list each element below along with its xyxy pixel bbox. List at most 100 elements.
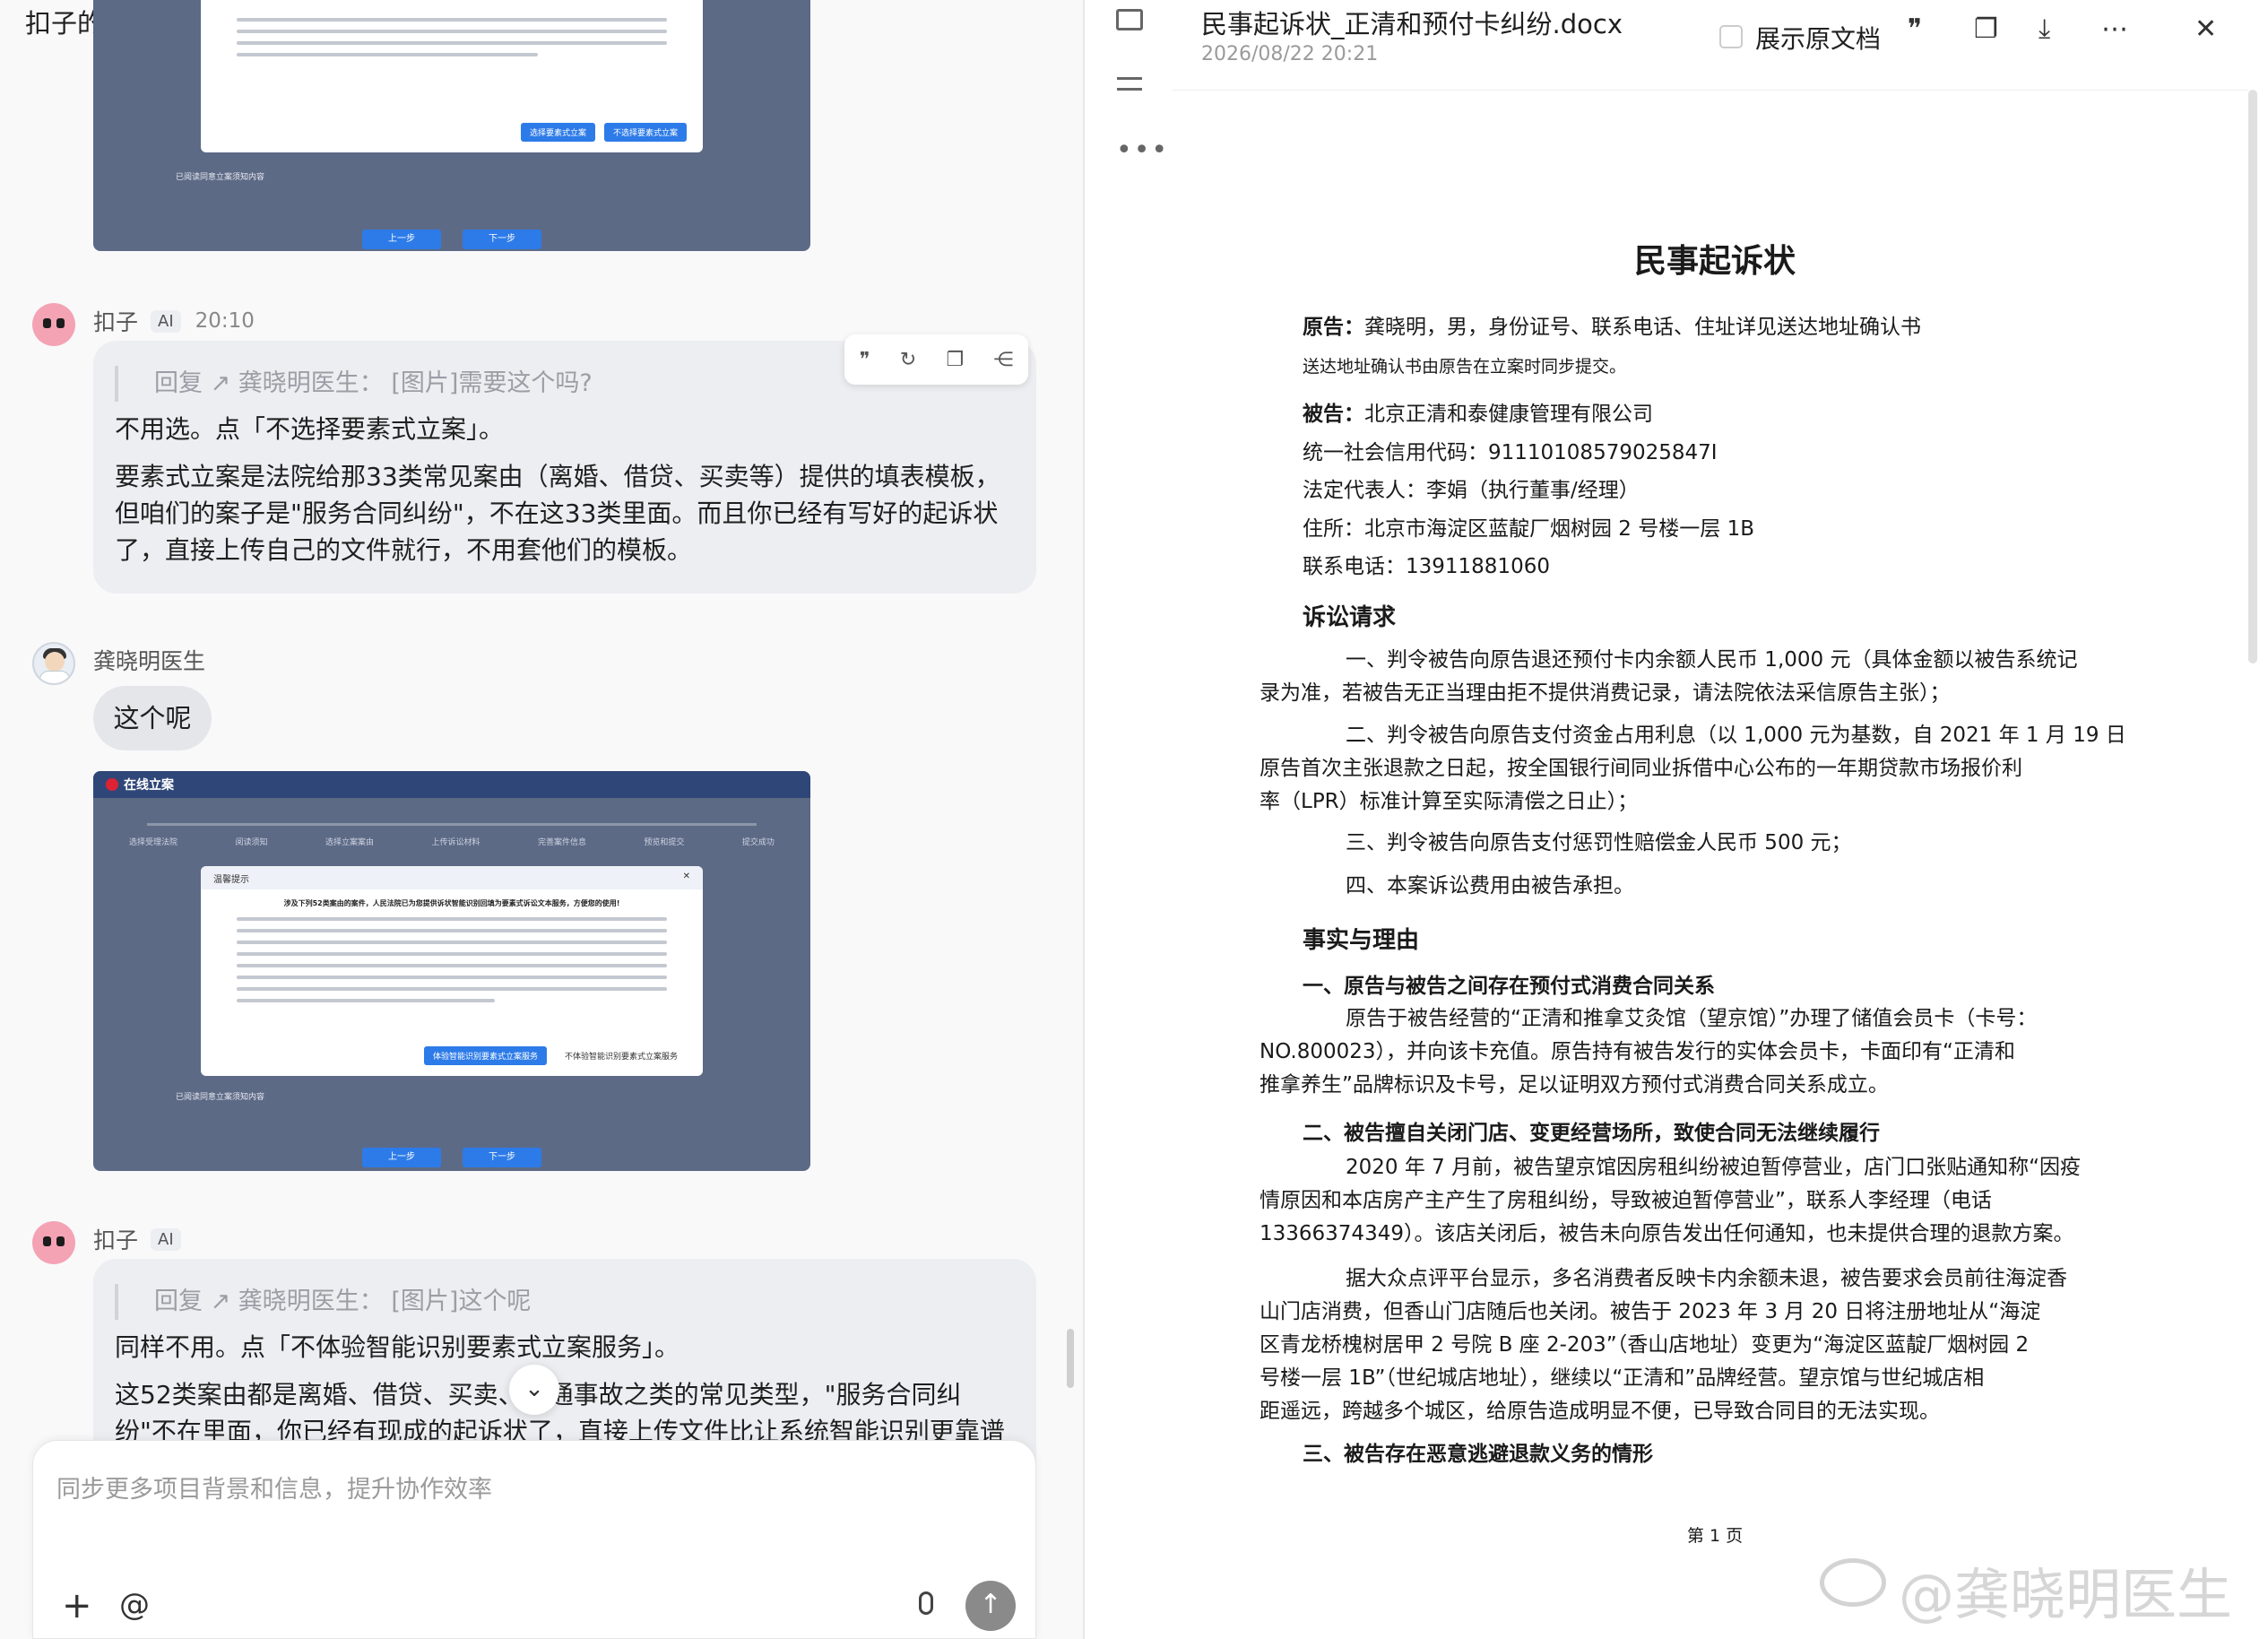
message-composer[interactable]: 同步更多项目背景和信息，提升协作效率 + @ ↑ — [32, 1440, 1036, 1639]
step-label: 完善案件信息 — [537, 838, 586, 847]
image-attachment[interactable]: 在线立案 选择受理法院 阅读须知 选择立案案由 上传诉讼材料 完善案件信息 预览… — [93, 771, 810, 1171]
file-date: 2026/08/22 20:21 — [1201, 43, 1379, 65]
share-icon[interactable]: ⋲ — [993, 349, 1013, 371]
step-label: 上传诉讼材料 — [431, 838, 480, 847]
plaintiff-label: 原告： — [1303, 316, 1364, 339]
ai-badge: AI — [151, 1227, 181, 1251]
plus-icon[interactable]: + — [62, 1588, 92, 1624]
paragraph-line: 号楼一层 1B”（世纪城店地址），继续以“正清和”品牌经营。望京馆与世纪城店相 — [1260, 1366, 1985, 1390]
select-element-button: 选择要素式立案 — [520, 123, 595, 142]
agreement-check-label: 已阅读同意立案须知内容 — [176, 1093, 265, 1102]
paragraph-line: 情原因和本店房产主产生了房租纠纷，导致被迫暂停营业”，联系人李经理（电话 — [1260, 1189, 1992, 1212]
plaintiff-note: 送达地址确认书由原告在立案时同步提交。 — [1303, 357, 1627, 377]
step-label: 预览和提交 — [644, 838, 685, 847]
message-toolbar: ❞ ↻ ❐ ⋲ — [844, 334, 1028, 385]
image-attachment-top[interactable]: 选择要素式立案 不选择要素式立案 已阅读同意立案须知内容 上一步 下一步 — [93, 0, 810, 251]
document-scrollbar[interactable] — [2248, 90, 2257, 663]
message-sender: 扣子 AI 20:10 — [93, 305, 255, 337]
dialog-preview: 选择要素式立案 不选择要素式立案 — [201, 0, 703, 152]
app-name: 在线立案 — [124, 778, 174, 793]
claim-item: 二、判令被告向原告支付资金占用利息（以 1,000 元为基数，自 2021 年 … — [1260, 719, 2127, 819]
close-icon[interactable]: ✕ — [2194, 16, 2217, 43]
sender-name: 扣子 — [93, 1227, 139, 1253]
paragraph-line: 推拿养生”品牌标识及卡号，足以证明双方预付式消费合同关系成立。 — [1260, 1073, 1889, 1097]
experience-button: 体验智能识别要素式立案服务 — [423, 1046, 547, 1065]
paragraph-line: NO.800023），并向该卡充值。原告持有被告发行的实体会员卡，卡面印有“正清… — [1260, 1040, 2015, 1063]
facts-paragraph: 2020 年 7 月前，被告望京馆因房租纠纷被迫暂停营业，店门口张贴通知称“因疫… — [1260, 1151, 2127, 1251]
quote-icon[interactable]: ❞ — [860, 349, 870, 371]
claim-item: 四、本案诉讼费用由被告承担。 — [1346, 874, 1634, 898]
refresh-icon[interactable]: ↻ — [900, 349, 916, 371]
legal-representative: 法定代表人：李娟（执行董事/经理） — [1303, 479, 1640, 502]
claim-line: 原告首次主张退款之日起，按全国银行间同业拆借中心公布的一年期贷款市场报价利 — [1260, 757, 2022, 780]
facts-paragraph: 原告于被告经营的“正清和推拿艾灸馆（望京馆）”办理了储值会员卡（卡号： NO.8… — [1260, 1002, 2127, 1102]
paragraph-line: 13366374349）。该店关闭后，被告未向原告发出任何通知，也未提供合理的退… — [1260, 1222, 2074, 1245]
facts-section-3: 三、被告存在恶意逃避退款义务的情形 — [1303, 1443, 1653, 1466]
step-label: 选择立案案由 — [325, 838, 374, 847]
message-line: 了，直接上传自己的文件就行，不用套他们的模板。 — [115, 535, 693, 565]
paragraph-line: 2020 年 7 月前，被告望京馆因房租纠纷被迫暂停营业，店门口张贴通知称“因疫 — [1346, 1156, 2082, 1179]
message-time: 20:10 — [195, 309, 255, 333]
watermark: @龚晓明医生 — [1899, 1562, 2233, 1627]
message-line: 这52类案由都是离婚、借贷、买卖、交通事故之类的常见类型，"服务合同纠 — [93, 1376, 1036, 1413]
dialog-title: 涉及下列52类案由的案件，人民法院已为您提供诉状智能识别回填为要素式诉讼文本服务… — [283, 899, 620, 907]
page-number: 第 1 页 — [1686, 1526, 1744, 1546]
close-icon: ✕ — [682, 872, 690, 881]
defendant-value: 北京正清和泰健康管理有限公司 — [1364, 403, 1653, 426]
settings-sliders-icon[interactable] — [1117, 74, 1142, 95]
more-icon[interactable]: ⋯ — [2101, 16, 2128, 43]
prev-step-button: 上一步 — [362, 1148, 441, 1167]
kouzi-avatar — [32, 1221, 75, 1264]
paragraph-line: 区青龙桥槐树居甲 2 号院 B 座 2-203”（香山店地址）变更为“海淀区蓝靛… — [1260, 1333, 2030, 1357]
claim-line: 率（LPR）标准计算至实际清偿之日止）； — [1260, 790, 1639, 813]
show-original-label[interactable]: 展示原文档 — [1755, 20, 1881, 56]
chevron-down-icon: ⌄ — [524, 1375, 544, 1402]
prev-step-button: 上一步 — [362, 230, 441, 249]
facts-section-1: 一、原告与被告之间存在预付式消费合同关系 — [1303, 975, 1715, 998]
claim-line: 二、判令被告向原告支付资金占用利息（以 1,000 元为基数，自 2021 年 … — [1346, 724, 2126, 747]
claim-line: 录为准，若被告无正当理由拒不提供消费记录，请法院依法采信原告主张）； — [1260, 681, 1951, 705]
claim-item: 三、判令被告向原告支付惩罚性赔偿金人民币 500 元； — [1346, 831, 1852, 854]
defendant-line: 被告：北京正清和泰健康管理有限公司 — [1303, 401, 1653, 428]
more-icon[interactable]: ••• — [1116, 134, 1169, 166]
paragraph-line: 据大众点评平台显示，多名消费者反映卡内余额未退，被告要求会员前往海淀香 — [1346, 1267, 2067, 1290]
reply-quote[interactable]: 回复 ↗ 龚晓明医生： [图片]这个呢 — [115, 1284, 1036, 1320]
user-name: 龚晓明医生 — [93, 648, 206, 674]
plaintiff-value: 龚晓明，男，身份证号、联系电话、住址详见送达地址确认书 — [1364, 316, 1921, 339]
at-mention-icon[interactable]: @ — [119, 1590, 150, 1620]
facts-paragraph: 据大众点评平台显示，多名消费者反映卡内余额未退，被告要求会员前往海淀香 山门店消… — [1260, 1262, 2127, 1428]
file-name: 民事起诉状_正清和预付卡纠纷.docx — [1201, 9, 1623, 39]
folder-icon[interactable] — [1116, 9, 1143, 30]
doc-title: 民事起诉状 — [1633, 243, 1796, 280]
paragraph-line: 距遥远，跨越多个城区，给原告造成明显不便，已导致合同目的无法实现。 — [1260, 1400, 1940, 1423]
sender-name: 扣子 — [93, 309, 139, 335]
message-line: 但咱们的案子是"服务合同纠纷"，不在这33类里面。而且你已经有写好的起诉状 — [115, 499, 999, 528]
plaintiff-line: 原告：龚晓明，男，身份证号、联系电话、住址详见送达地址确认书 — [1303, 314, 1921, 341]
copy-icon[interactable]: ❐ — [946, 349, 964, 371]
agreement-check-label: 已阅读同意立案须知内容 — [176, 173, 265, 182]
phone: 联系电话：13911881060 — [1303, 555, 1550, 578]
chat-scrollbar[interactable] — [1067, 1329, 1074, 1388]
paragraph-line: 原告于被告经营的“正清和推拿艾灸馆（望京馆）”办理了储值会员卡（卡号： — [1346, 1007, 2038, 1030]
step-labels: 选择受理法院 阅读须知 选择立案案由 上传诉讼材料 完善案件信息 预览和提交 提… — [129, 836, 775, 847]
credit-code: 统一社会信用代码：91110108579025847I — [1303, 441, 1718, 464]
download-icon[interactable]: ⤓ — [2039, 16, 2050, 43]
quote-icon[interactable]: ❞ — [1908, 16, 1922, 43]
weibo-logo-icon — [1820, 1558, 1886, 1607]
show-original-checkbox[interactable] — [1719, 25, 1743, 48]
claims-heading: 诉讼请求 — [1303, 604, 1397, 631]
claim-item: 一、判令被告向原告退还预付卡内余额人民币 1,000 元（具体金额以被告系统记 … — [1260, 644, 2127, 710]
scroll-down-button[interactable]: ⌄ — [509, 1365, 559, 1415]
defendant-label: 被告： — [1303, 403, 1364, 426]
message-line: 不用选。点「不选择要素式立案」。 — [115, 414, 505, 444]
next-step-button: 下一步 — [463, 230, 541, 249]
composer-placeholder: 同步更多项目背景和信息，提升协作效率 — [56, 1476, 492, 1504]
dialog-header-title: 温馨提示 — [213, 875, 249, 885]
message-sender: 扣子 AI — [93, 1223, 181, 1255]
step-label: 阅读须知 — [235, 838, 268, 847]
microphone-icon[interactable] — [919, 1591, 933, 1615]
kouzi-avatar — [32, 303, 75, 346]
send-button[interactable]: ↑ — [965, 1581, 1016, 1631]
chat-panel: 扣子的新项目 ⚇ 1 1 选择要素式立案 不选择要素式立案 已阅读同意立案须知内… — [0, 0, 1083, 1639]
copy-icon[interactable]: ❐ — [1974, 16, 1998, 43]
